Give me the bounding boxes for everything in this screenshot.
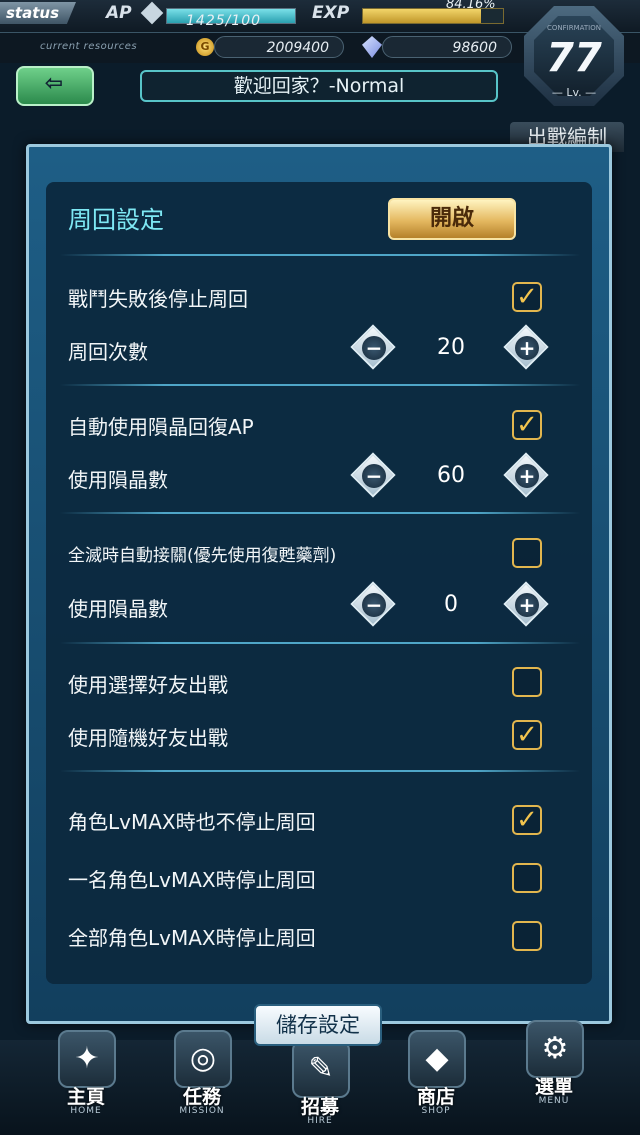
gold-amount: 2009400 xyxy=(214,36,344,58)
option-label: 全部角色LvMAX時停止周回 xyxy=(68,926,316,950)
option-label: 周回次數 xyxy=(68,340,148,364)
increase-button[interactable]: + xyxy=(503,452,549,498)
option-label: 使用選擇好友出戰 xyxy=(68,673,228,697)
gear-icon: ⚙ xyxy=(526,1020,584,1078)
level-caption: CONFIRMATION xyxy=(547,24,601,32)
repeat-count-value: 20 xyxy=(437,335,465,360)
option-label: 全滅時自動接關(優先使用復甦藥劑) xyxy=(68,546,337,566)
nav-menu[interactable]: ⚙ 選單 MENU xyxy=(504,1020,604,1115)
checkmark-icon: ✓ xyxy=(516,282,538,312)
compass-icon: ◎ xyxy=(174,1030,232,1088)
enable-toggle-button[interactable]: 開啟 xyxy=(388,198,516,240)
nav-label: 招募 xyxy=(300,1096,339,1118)
plus-icon: + xyxy=(518,336,536,360)
plus-icon: + xyxy=(518,593,536,617)
nav-label: 任務 xyxy=(182,1086,221,1108)
crystal-icon: ◆ xyxy=(408,1030,466,1088)
option-checkbox[interactable] xyxy=(512,863,542,893)
divider xyxy=(60,642,580,644)
nav-label: 選單 xyxy=(534,1076,573,1098)
option-label: 使用隨機好友出戰 xyxy=(68,726,228,750)
option-label: 自動使用隕晶回復AP xyxy=(68,415,254,439)
nav-shop[interactable]: ◆ 商店 SHOP xyxy=(386,1030,486,1125)
divider xyxy=(60,770,580,772)
divider xyxy=(60,254,580,256)
ap-label: AP xyxy=(106,3,132,23)
status-tag: status xyxy=(0,2,76,24)
option-label: 戰鬥失敗後停止周回 xyxy=(68,287,248,311)
nav-sublabel: HOME xyxy=(70,1106,102,1116)
nav-mission[interactable]: ◎ 任務 MISSION xyxy=(152,1030,252,1125)
nav-sublabel: MISSION xyxy=(179,1106,225,1116)
nav-sublabel: SHOP xyxy=(421,1106,451,1116)
minus-icon: − xyxy=(365,336,383,360)
nav-hire[interactable]: ✎ 招募 HIRE xyxy=(270,1040,370,1135)
decrease-button[interactable]: − xyxy=(350,581,396,627)
option-label: 一名角色LvMAX時停止周回 xyxy=(68,868,316,892)
home-feather-icon: ✦ xyxy=(58,1030,116,1088)
save-settings-button[interactable]: 儲存設定 xyxy=(254,1004,382,1046)
exp-label: EXP xyxy=(312,3,350,23)
crystal-count-value: 60 xyxy=(437,463,465,488)
nav-label: 商店 xyxy=(416,1086,455,1108)
minus-icon: − xyxy=(365,593,383,617)
nav-label: 主頁 xyxy=(66,1086,105,1108)
option-checkbox[interactable] xyxy=(512,667,542,697)
option-label: 使用隕晶數 xyxy=(68,468,168,492)
divider xyxy=(60,512,580,514)
ap-value: 1425/100 xyxy=(186,13,262,29)
option-label: 使用隕晶數 xyxy=(68,597,168,621)
dialog-title: 周回設定 xyxy=(68,206,164,234)
nav-sublabel: HIRE xyxy=(307,1116,333,1126)
increase-button[interactable]: + xyxy=(503,581,549,627)
checkmark-icon: ✓ xyxy=(516,410,538,440)
decrease-button[interactable]: − xyxy=(350,452,396,498)
nav-home[interactable]: ✦ 主頁 HOME xyxy=(36,1030,136,1125)
decrease-button[interactable]: − xyxy=(350,324,396,370)
crystal-count-value: 0 xyxy=(444,592,458,617)
option-checkbox[interactable] xyxy=(512,921,542,951)
quill-icon: ✎ xyxy=(292,1040,350,1098)
level-number: 77 xyxy=(546,35,602,81)
nav-sublabel: MENU xyxy=(538,1096,570,1106)
increase-button[interactable]: + xyxy=(503,324,549,370)
checkmark-icon: ✓ xyxy=(516,720,538,750)
gold-coin-icon: G xyxy=(196,38,214,56)
option-label: 角色LvMAX時也不停止周回 xyxy=(68,810,316,834)
plus-icon: + xyxy=(518,464,536,488)
crystal-amount: 98600 xyxy=(382,36,512,58)
level-unit: — Lv. — xyxy=(551,86,597,99)
minus-icon: − xyxy=(365,464,383,488)
exp-value: 84.16% xyxy=(446,0,496,12)
resources-label: current resources xyxy=(40,41,138,52)
divider xyxy=(60,384,580,386)
checkmark-icon: ✓ xyxy=(516,805,538,835)
option-checkbox[interactable] xyxy=(512,538,542,568)
page-title: 歡迎回家？-Normal xyxy=(140,70,498,102)
back-arrow-icon: ⇦ xyxy=(44,71,64,96)
